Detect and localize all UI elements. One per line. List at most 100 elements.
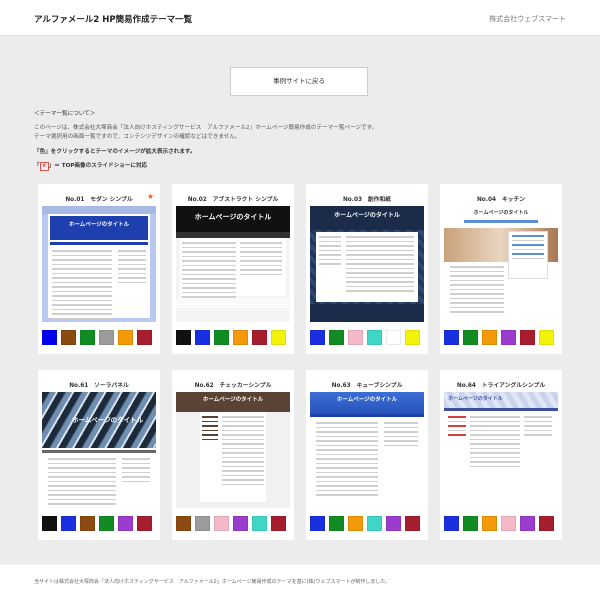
company-name[interactable]: 株式会社ウェブスマート: [489, 14, 566, 24]
about-heading: ＜テーマ一覧について＞: [34, 111, 96, 117]
color-swatch[interactable]: [271, 330, 286, 345]
color-swatches: [176, 330, 292, 345]
color-swatch[interactable]: [99, 330, 114, 345]
color-swatches: [444, 330, 560, 345]
color-swatch[interactable]: [444, 330, 459, 345]
color-swatch[interactable]: [233, 330, 248, 345]
about-section: ＜テーマ一覧について＞ このページは、株式会社大塚商会「法人向けホスティングサー…: [34, 110, 574, 172]
theme-number: No.64 トライアングルシンプル: [456, 383, 546, 389]
theme-thumbnail[interactable]: ホームページのタイトル: [42, 392, 156, 508]
theme-thumbnail[interactable]: ホームページのタイトル: [42, 206, 156, 322]
color-swatch[interactable]: [310, 516, 325, 531]
color-swatch[interactable]: [99, 516, 114, 531]
star-icon: ★: [39, 162, 49, 171]
color-swatches: [310, 330, 426, 345]
theme-number: No.02 アブストラクト シンプル: [187, 197, 279, 203]
star-icon: ★: [146, 192, 154, 201]
color-swatch[interactable]: [271, 516, 286, 531]
color-swatches: [42, 516, 158, 531]
color-swatch[interactable]: [329, 330, 344, 345]
thumb-title: ホームページのタイトル: [194, 213, 272, 221]
theme-card: No.03 創作和紙 ホームページのタイトル: [306, 184, 428, 354]
color-swatch[interactable]: [310, 330, 325, 345]
color-swatch[interactable]: [444, 516, 459, 531]
thumb-title: ホームページのタイトル: [334, 212, 400, 219]
color-swatches: [310, 516, 426, 531]
theme-card: No.02 アブストラクト シンプル ホームページのタイトル: [172, 184, 294, 354]
color-swatch[interactable]: [80, 516, 95, 531]
thumb-title: ホームページのタイトル: [448, 396, 503, 402]
about-text-4: 「★ 」＝ TOP画像のスライドショーに対応: [34, 162, 574, 172]
color-swatch[interactable]: [405, 330, 420, 345]
theme-thumbnail[interactable]: ホームページのタイトル: [176, 392, 290, 508]
color-swatch[interactable]: [233, 516, 248, 531]
color-swatch[interactable]: [214, 330, 229, 345]
color-swatch[interactable]: [195, 516, 210, 531]
color-swatch[interactable]: [386, 330, 401, 345]
color-swatch[interactable]: [80, 330, 95, 345]
color-swatch[interactable]: [137, 516, 152, 531]
color-swatch[interactable]: [501, 330, 516, 345]
thumb-title: ホームページのタイトル: [202, 397, 264, 403]
color-swatches: [444, 516, 560, 531]
theme-thumbnail[interactable]: ホームページのタイトル: [310, 206, 424, 322]
color-swatch[interactable]: [118, 330, 133, 345]
color-swatch[interactable]: [367, 516, 382, 531]
theme-card: No.62 チェッカーシンプル ホームページのタイトル: [172, 370, 294, 540]
color-swatch[interactable]: [252, 516, 267, 531]
thumb-title: ホームページのタイトル: [68, 222, 130, 228]
thumb-title: ホームページのタイトル: [72, 416, 144, 424]
theme-thumbnail[interactable]: ホームページのタイトル: [176, 206, 290, 322]
theme-number: No.04 キッチン: [476, 197, 526, 203]
color-swatch[interactable]: [252, 330, 267, 345]
color-swatch[interactable]: [482, 330, 497, 345]
thumb-title: ホームページのタイトル: [336, 397, 398, 403]
color-swatch[interactable]: [176, 516, 191, 531]
theme-thumbnail[interactable]: ホームページのタイトル: [444, 392, 558, 508]
color-swatch[interactable]: [367, 330, 382, 345]
theme-number: No.61 ソーラパネル: [69, 383, 129, 389]
theme-card: No.63 キューブシンプル ホームページのタイトル: [306, 370, 428, 540]
theme-thumbnail[interactable]: ホームページのタイトル: [310, 392, 424, 508]
theme-card: No.04 キッチン ホームページのタイトル: [440, 184, 562, 354]
page-header: アルファメール2 HP簡易作成テーマ一覧 株式会社ウェブスマート: [0, 0, 600, 36]
page-footer: 当サイトは株式会社大塚商会「法人向けホスティングサービス アルファメール2」ホー…: [0, 565, 600, 600]
thumb-title: ホームページのタイトル: [473, 210, 529, 216]
color-swatch[interactable]: [482, 516, 497, 531]
color-swatch[interactable]: [520, 330, 535, 345]
color-swatch[interactable]: [539, 516, 554, 531]
color-swatch[interactable]: [539, 330, 554, 345]
slideshow-note: 」＝ TOP画像のスライドショーに対応: [48, 163, 148, 169]
color-swatches: [42, 330, 158, 345]
color-swatches: [176, 516, 292, 531]
color-swatch[interactable]: [348, 330, 363, 345]
theme-number: No.62 チェッカーシンプル: [194, 383, 272, 389]
footer-text: 当サイトは株式会社大塚商会「法人向けホスティングサービス アルファメール2」ホー…: [34, 579, 391, 585]
back-to-examples-button[interactable]: 事例サイトに戻る: [230, 67, 368, 96]
theme-thumbnail[interactable]: ホームページのタイトル: [444, 206, 558, 322]
color-swatch[interactable]: [463, 330, 478, 345]
color-swatch[interactable]: [386, 516, 401, 531]
color-swatch[interactable]: [501, 516, 516, 531]
color-swatch[interactable]: [195, 330, 210, 345]
color-swatch[interactable]: [520, 516, 535, 531]
theme-card: No.61 ソーラパネル ホームページのタイトル: [38, 370, 160, 540]
color-swatch[interactable]: [176, 330, 191, 345]
color-swatch[interactable]: [348, 516, 363, 531]
color-swatch[interactable]: [214, 516, 229, 531]
page-title: アルファメール2 HP簡易作成テーマ一覧: [34, 15, 193, 25]
about-text-3: 「色」をクリックするとテーマのイメージが拡大表示されます。: [34, 148, 196, 155]
color-swatch[interactable]: [118, 516, 133, 531]
theme-number: No.63 キューブシンプル: [331, 383, 403, 389]
color-swatch[interactable]: [42, 516, 57, 531]
color-swatch[interactable]: [137, 330, 152, 345]
color-swatch[interactable]: [329, 516, 344, 531]
color-swatch[interactable]: [61, 330, 76, 345]
theme-card: No.64 トライアングルシンプル ホームページのタイトル: [440, 370, 562, 540]
color-swatch[interactable]: [61, 516, 76, 531]
color-swatch[interactable]: [405, 516, 420, 531]
color-swatch[interactable]: [42, 330, 57, 345]
theme-number: No.01 モダン シンプル: [65, 197, 133, 203]
color-swatch[interactable]: [463, 516, 478, 531]
theme-number: No.03 創作和紙: [342, 197, 392, 203]
